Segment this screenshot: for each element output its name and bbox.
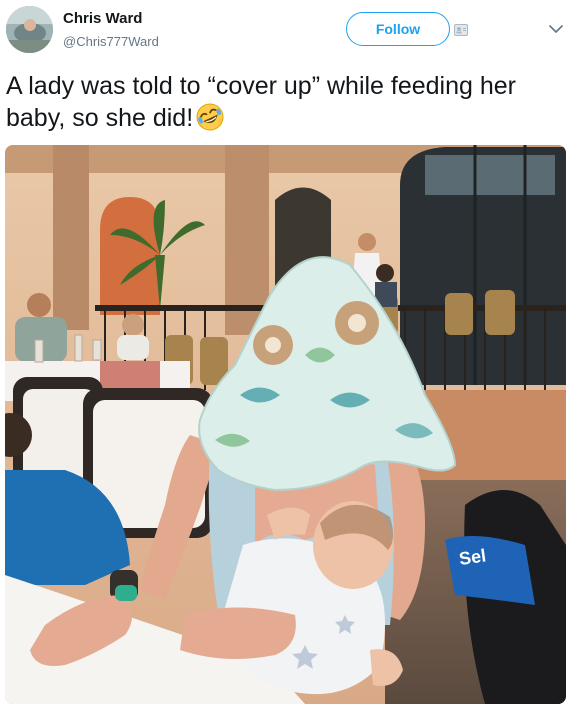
- author-name[interactable]: Chris Ward: [63, 10, 142, 27]
- author-handle[interactable]: @Chris777Ward: [63, 34, 159, 49]
- pillar-left: [53, 145, 89, 330]
- tweet-text: A lady was told to “cover up” while feed…: [6, 70, 546, 134]
- arched-door: [100, 197, 160, 315]
- add-person-icon: [454, 24, 468, 36]
- tweet-text-body: A lady was told to “cover up” while feed…: [6, 72, 516, 132]
- rolling-on-floor-laughing-emoji-icon: [196, 103, 224, 131]
- microphone-logo-text: Sel: [458, 545, 488, 569]
- tweet-card: Chris Ward @Chris777Ward Follow A lady w…: [0, 0, 570, 708]
- tweet-photo[interactable]: Sel: [5, 145, 566, 704]
- window-light: [425, 155, 555, 195]
- avatar[interactable]: [6, 6, 53, 53]
- chevron-down-icon[interactable]: [548, 24, 564, 34]
- follow-button[interactable]: Follow: [346, 12, 450, 46]
